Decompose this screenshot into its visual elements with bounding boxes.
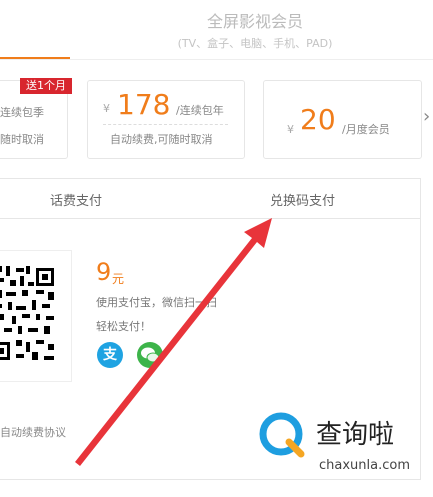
plan-unit: /月度会员 (342, 123, 390, 136)
plan-price: 20 (300, 103, 336, 136)
plan-unit: /连续包年 (176, 104, 224, 117)
watermark-url: chaxunla.com (319, 458, 410, 473)
tab-title[interactable]: 全屏影视会员 (150, 8, 360, 32)
divider (103, 124, 228, 125)
watermark-text: 查询啦 (316, 420, 395, 450)
divider (0, 218, 420, 219)
plan-price: 178 (117, 88, 171, 121)
chevron-right-icon[interactable]: › (423, 106, 430, 127)
tab-redeem-code-pay[interactable]: 兑换码支付 (270, 190, 335, 209)
promo-badge: 送1个月 (20, 78, 72, 94)
plan-unit: 连续包季 (0, 106, 44, 119)
payment-amount: 9 (96, 258, 112, 286)
auto-renew-agreement-link[interactable]: 自动续费协议 (0, 424, 66, 440)
payment-instruction: 轻松支付！ (96, 320, 151, 333)
tab-subtitle: (TV、盒子、电脑、手机、PAD) (177, 37, 333, 50)
payment-instruction: 使用支付宝，微信扫一扫 (96, 296, 217, 309)
plan-desc: 随时取消 (0, 133, 44, 146)
payment-amount-unit: 元 (112, 272, 125, 286)
currency-symbol: ¥ (287, 123, 294, 136)
divider (0, 59, 433, 60)
plan-desc: 自动续费,可随时取消 (110, 133, 213, 146)
alipay-icon: 支 (97, 342, 123, 368)
wechat-pay-icon (137, 342, 163, 368)
qr-code-icon (0, 262, 58, 366)
currency-symbol: ¥ (103, 102, 110, 115)
watermark-logo (259, 412, 305, 458)
plan-card-monthly[interactable] (263, 80, 422, 159)
tab-phone-bill-pay[interactable]: 话费支付 (50, 190, 102, 209)
